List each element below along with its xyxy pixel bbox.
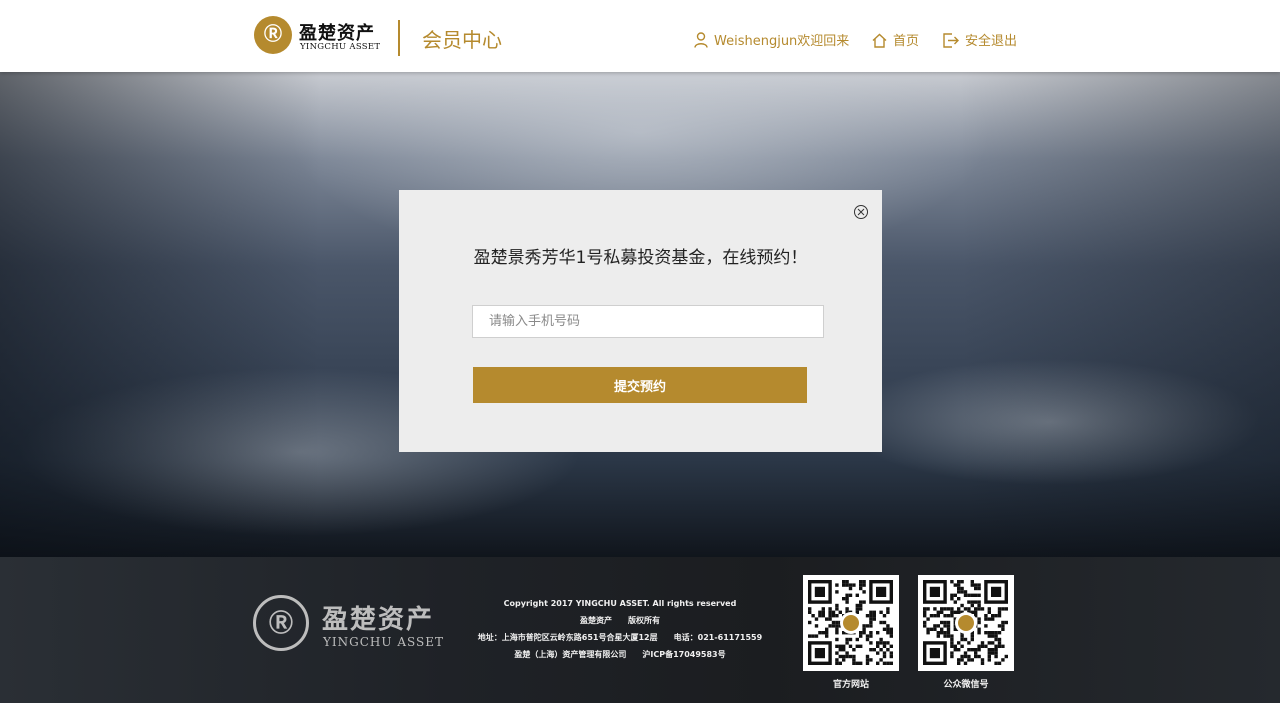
modal-title: 盈楚景秀芳华1号私募投资基金，在线预约！ <box>473 248 808 268</box>
copyright-text: Copyright 2017 YINGCHU ASSET. All rights… <box>503 599 737 608</box>
wechat-qr-code <box>918 575 1014 671</box>
address-text: 地址：上海市普陀区云岭东路651号合星大厦12层 电话：021-61171559 <box>477 633 763 642</box>
site-footer: Ⓡ 盈楚资产 YINGCHU ASSET Copyright 2017 YING… <box>0 557 1280 703</box>
footer-info: Copyright 2017 YINGCHU ASSET. All rights… <box>470 595 770 663</box>
logo-mark-icon: Ⓡ <box>254 16 292 54</box>
reservation-modal: 盈楚景秀芳华1号私募投资基金，在线预约！ 提交预约 <box>399 190 882 452</box>
header-divider <box>398 20 400 56</box>
home-label: 首页 <box>893 34 920 49</box>
home-icon <box>872 33 887 48</box>
brand-logo[interactable]: Ⓡ 盈楚资产 YINGCHU ASSET <box>254 16 380 56</box>
website-qr-code <box>803 575 899 671</box>
rights-text: 盈楚资产 版权所有 <box>580 616 660 625</box>
user-icon <box>694 32 708 48</box>
nav-logout-link[interactable]: 安全退出 <box>943 30 1018 49</box>
logout-label: 安全退出 <box>965 34 1018 49</box>
page-title: 会员中心 <box>422 28 502 52</box>
company-icp-text: 盈楚（上海）资产管理有限公司 沪ICP备17049583号 <box>514 650 726 659</box>
close-icon[interactable] <box>853 204 869 220</box>
logo-name-en: YINGCHU ASSET <box>300 42 381 52</box>
nav-home-link[interactable]: 首页 <box>872 30 920 49</box>
footer-logo-mark-icon: Ⓡ <box>253 595 309 651</box>
submit-reservation-button[interactable]: 提交预约 <box>473 367 807 403</box>
footer-logo-name-cn: 盈楚资产 <box>322 605 435 635</box>
site-header: Ⓡ 盈楚资产 YINGCHU ASSET 会员中心 Weishengjun欢迎回… <box>0 0 1280 72</box>
nav-welcome-user[interactable]: Weishengjun欢迎回来 <box>694 30 850 49</box>
footer-logo-name-en: YINGCHU ASSET <box>323 635 444 649</box>
qr-label-website: 官方网站 <box>832 680 869 690</box>
phone-number-input[interactable] <box>472 305 824 338</box>
qr-label-wechat: 公众微信号 <box>943 680 989 690</box>
welcome-label: Weishengjun欢迎回来 <box>714 34 850 49</box>
logout-icon <box>943 33 959 48</box>
